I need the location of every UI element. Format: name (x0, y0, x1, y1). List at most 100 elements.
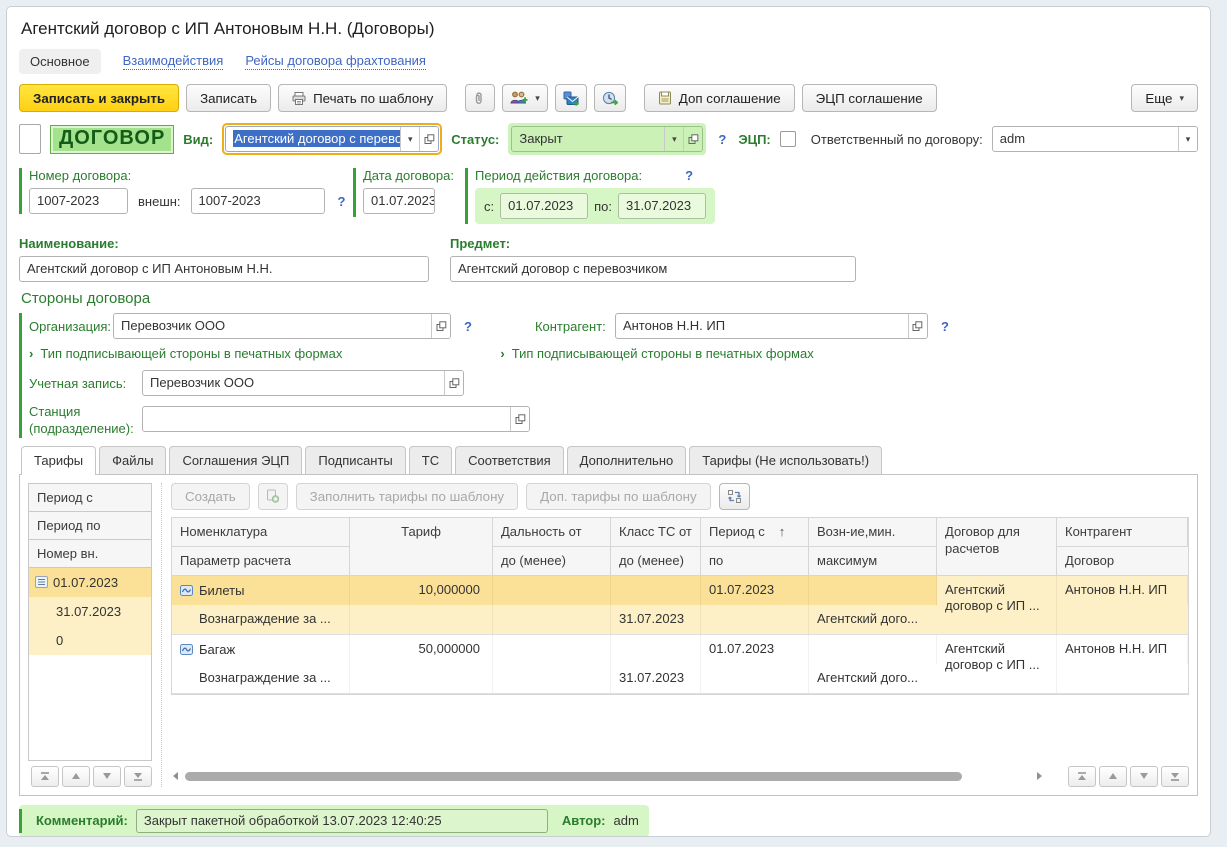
validity-help-icon[interactable]: ? (682, 168, 696, 183)
responsible-field[interactable]: adm (993, 127, 1178, 151)
organization-open-button[interactable] (431, 314, 450, 338)
comment-field[interactable]: Закрыт пакетной обработкой 13.07.2023 12… (136, 809, 548, 833)
tab-additional[interactable]: Дополнительно (567, 446, 687, 474)
contract-number-field[interactable]: 1007-2023 (29, 188, 128, 214)
cell-period-to[interactable]: 31.07.2023 (611, 605, 701, 634)
scroll-top-button[interactable] (1068, 766, 1096, 787)
cell-nomenclature[interactable]: Билеты (172, 576, 350, 605)
periods-col-number[interactable]: Номер вн. (29, 540, 151, 568)
status-open-button[interactable] (683, 127, 702, 151)
col-reward-min[interactable]: Возн-ие,мин. (809, 518, 937, 547)
scrollbar-thumb[interactable] (185, 772, 962, 781)
cell-distance-to[interactable] (350, 664, 493, 693)
cell-calc-param[interactable]: Вознаграждение за ... (172, 664, 350, 693)
organization-help-icon[interactable]: ? (461, 319, 475, 334)
tab-tariffs-deprecated[interactable]: Тарифы (Не использовать!) (689, 446, 882, 474)
scroll-up-button[interactable] (1099, 766, 1127, 787)
cell-settlement-contract[interactable]: Агентский договор с ИП ... (937, 576, 1057, 634)
scroll-bottom-button[interactable] (1161, 766, 1189, 787)
scroll-down-button[interactable] (1130, 766, 1158, 787)
status-help-icon[interactable]: ? (715, 132, 729, 147)
cell-distance-to[interactable] (350, 605, 493, 634)
account-field[interactable]: Перевозчик ООО (143, 371, 444, 395)
period-row-number[interactable]: 0 (29, 626, 151, 655)
account-open-button[interactable] (444, 371, 463, 395)
save-and-close-button[interactable]: Записать и закрыть (19, 84, 179, 112)
number-help-icon[interactable]: ? (335, 194, 349, 209)
cell-settlement-contract[interactable]: Агентский договор с ИП ... (937, 635, 1057, 693)
cell-distance-from[interactable] (493, 576, 611, 605)
scroll-down-button[interactable] (93, 766, 121, 787)
col-distance-to[interactable]: до (менее) (493, 547, 611, 576)
counterparty-open-button[interactable] (908, 314, 927, 338)
cell-period-to[interactable]: 31.07.2023 (611, 664, 701, 693)
cell-contract[interactable]: Агентский дого... (809, 605, 937, 634)
periods-col-to[interactable]: Период по (29, 512, 151, 540)
col-period-to[interactable]: по (701, 547, 809, 576)
ecp-checkbox[interactable] (780, 131, 796, 147)
cell-reward-min[interactable] (809, 635, 937, 664)
nav-tab-charter-trips[interactable]: Рейсы договора фрахтования (245, 53, 426, 70)
cell-calc-param[interactable]: Вознаграждение за ... (172, 605, 350, 634)
cell-reward-min[interactable] (809, 576, 937, 605)
contract-date-field[interactable]: 01.07.2023 (363, 188, 435, 214)
col-reward-max[interactable]: максимум (809, 547, 937, 576)
responsible-dropdown-button[interactable]: ▾ (1178, 127, 1197, 151)
table-row-tickets[interactable]: Билеты 10,000000 01.07.2023 Агентский до… (172, 576, 1188, 635)
periods-col-from[interactable]: Период с (29, 484, 151, 512)
col-tariff[interactable]: Тариф (350, 518, 493, 576)
name-field[interactable]: Агентский договор с ИП Антоновым Н.Н. (19, 256, 429, 282)
col-period-from[interactable]: Период с↑ (701, 518, 809, 547)
fill-tariffs-by-template-button[interactable]: Заполнить тарифы по шаблону (296, 483, 518, 510)
cell-vehicle-class-from[interactable] (611, 635, 701, 664)
cell-vehicle-class-to[interactable] (493, 605, 611, 634)
counterparty-help-icon[interactable]: ? (938, 319, 952, 334)
col-vehicle-class-to[interactable]: до (менее) (611, 547, 701, 576)
period-row-from[interactable]: 01.07.2023 (29, 568, 151, 597)
org-signer-type-link[interactable]: › Тип подписывающей стороны в печатных ф… (29, 346, 342, 361)
nav-tab-main[interactable]: Основное (19, 49, 101, 74)
cell-distance-from[interactable] (493, 635, 611, 664)
cell-vehicle-class-from[interactable] (611, 576, 701, 605)
tab-ecp-agreements[interactable]: Соглашения ЭЦП (169, 446, 302, 474)
tab-signers[interactable]: Подписанты (305, 446, 405, 474)
print-by-template-button[interactable]: Печать по шаблону (278, 84, 447, 112)
scroll-bottom-button[interactable] (124, 766, 152, 787)
cell-counterparty[interactable]: Антонов Н.Н. ИП (1057, 576, 1188, 605)
station-open-button[interactable] (510, 407, 529, 431)
organization-field[interactable]: Перевозчик ООО (114, 314, 431, 338)
col-calc-param[interactable]: Параметр расчета (172, 547, 350, 576)
dop-agreement-button[interactable]: Доп соглашение (644, 84, 795, 112)
cell-vehicle-class-to[interactable] (493, 664, 611, 693)
contract-flag-checkbox[interactable] (19, 124, 41, 154)
scroll-right-icon[interactable] (1036, 771, 1044, 781)
tab-tariffs[interactable]: Тарифы (21, 446, 96, 475)
kind-field[interactable]: Агентский договор с перевозчи (226, 127, 400, 151)
col-nomenclature[interactable]: Номенклатура (172, 518, 350, 547)
tab-files[interactable]: Файлы (99, 446, 166, 474)
create-button[interactable]: Создать (171, 483, 250, 510)
status-field[interactable]: Закрыт (512, 127, 664, 151)
horizontal-scrollbar[interactable] (185, 770, 1030, 783)
counterparty-field[interactable]: Антонов Н.Н. ИП (616, 314, 908, 338)
counterparty-signer-type-link[interactable]: › Тип подписывающей стороны в печатных ф… (500, 346, 813, 361)
kind-open-button[interactable] (419, 127, 438, 151)
table-row-baggage[interactable]: Багаж 50,000000 01.07.2023 Агентский дог… (172, 635, 1188, 694)
tab-vehicles[interactable]: ТС (409, 446, 452, 474)
cell-contract[interactable]: Агентский дого... (809, 664, 937, 693)
add-participants-button[interactable]: ▾ (502, 84, 548, 112)
external-number-field[interactable]: 1007-2023 (191, 188, 325, 214)
ecp-agreement-button[interactable]: ЭЦП соглашение (802, 84, 937, 112)
validity-to-field[interactable]: 31.07.2023 (618, 193, 706, 219)
col-vehicle-class-from[interactable]: Класс ТС от (611, 518, 701, 547)
cell-period-from[interactable]: 01.07.2023 (701, 576, 809, 605)
scroll-left-icon[interactable] (171, 771, 179, 781)
save-button[interactable]: Записать (186, 84, 271, 112)
kind-dropdown-button[interactable]: ▾ (400, 127, 419, 151)
history-button[interactable] (594, 84, 626, 112)
validity-from-field[interactable]: 01.07.2023 (500, 193, 588, 219)
refresh-swap-button[interactable] (719, 483, 750, 510)
more-button[interactable]: Еще ▾ (1131, 84, 1198, 112)
cell-tariff[interactable]: 50,000000 (350, 635, 493, 664)
splitter[interactable] (152, 483, 162, 787)
